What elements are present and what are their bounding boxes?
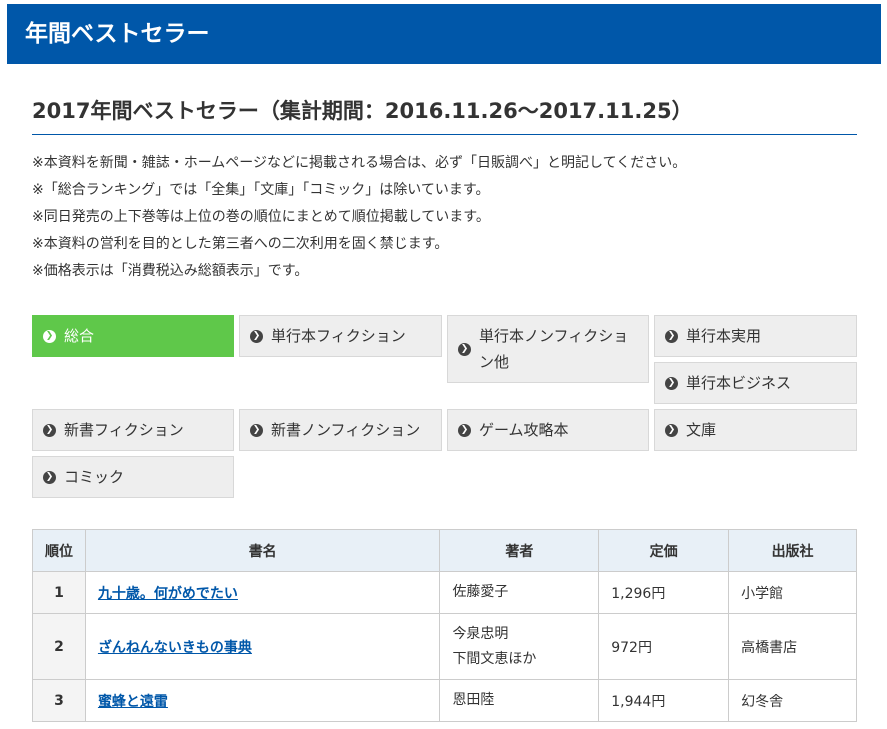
- table-header-row: 順位 書名 著者 定価 出版社: [32, 529, 857, 572]
- chevron-right-circle-icon: ❯: [250, 423, 263, 437]
- notes-list: ※本資料を新聞・雑誌・ホームページなどに掲載される場合は、必ず「日販調べ」と明記…: [32, 150, 862, 285]
- note-item: ※「総合ランキング」では「全集」「文庫」「コミック」は除いています。: [32, 182, 490, 198]
- author-cell: 佐藤愛子: [439, 571, 600, 614]
- author-name: 今泉忠明: [452, 625, 509, 642]
- tab-label: 単行本ノンフィクショ ン他: [479, 327, 629, 371]
- chevron-right-circle-icon: ❯: [43, 470, 56, 484]
- col-header-title: 書名: [84, 529, 441, 572]
- rank-cell: 1: [32, 571, 86, 614]
- price-cell: 1,944円: [598, 679, 730, 722]
- publisher-cell: 小学館: [728, 571, 857, 614]
- chevron-right-circle-icon: ❯: [43, 423, 56, 437]
- note-item: ※同日発売の上下巻等は上位の巻の順位にまとめて順位掲載しています。: [32, 209, 490, 225]
- col-header-author: 著者: [439, 529, 600, 572]
- price-cell: 1,296円: [598, 571, 730, 614]
- chevron-right-circle-icon: ❯: [665, 329, 678, 343]
- tab-label: 総合: [64, 327, 95, 345]
- header-title: 年間ベストセラー: [25, 21, 210, 47]
- table-row: 2 ざんねんないきもの事典 今泉忠明 下間文恵ほか 972円 高橋書店: [32, 613, 857, 680]
- page-header: 年間ベストセラー: [7, 4, 881, 64]
- tab-hardcover-business[interactable]: ❯ 単行本ビジネス: [654, 362, 857, 404]
- book-title-link[interactable]: ざんねんないきもの事典: [98, 640, 252, 656]
- price-cell: 972円: [598, 613, 730, 680]
- chevron-right-circle-icon: ❯: [458, 342, 471, 356]
- chevron-right-circle-icon: ❯: [43, 329, 56, 343]
- tab-bunko[interactable]: ❯ 文庫: [654, 409, 857, 451]
- note-item: ※本資料の営利を目的とした第三者への二次利用を固く禁じます。: [32, 236, 449, 252]
- table-row: 1 九十歳。何がめでたい 佐藤愛子 1,296円 小学館: [32, 571, 857, 614]
- table-row: 3 蜜蜂と遠雷 恩田陸 1,944円 幻冬舎: [32, 679, 857, 722]
- tab-hardcover-fiction[interactable]: ❯ 単行本フィクション: [239, 315, 442, 357]
- col-header-price: 定価: [598, 529, 730, 572]
- note-item: ※本資料を新聞・雑誌・ホームページなどに掲載される場合は、必ず「日販調べ」と明記…: [32, 155, 687, 171]
- author-name: 佐藤愛子: [452, 584, 509, 600]
- tab-comics[interactable]: ❯ コミック: [32, 456, 234, 498]
- page-title: 2017年間ベストセラー（集計期間：2016.11.26〜2017.11.25）: [32, 95, 857, 135]
- tab-shinsho-nonfiction[interactable]: ❯ 新書ノンフィクション: [239, 409, 442, 451]
- tab-hardcover-nonfiction[interactable]: ❯ 単行本ノンフィクショ ン他: [447, 315, 649, 383]
- tab-label: 新書ノンフィクション: [271, 421, 421, 439]
- tab-label: 単行本フィクション: [271, 327, 406, 345]
- title-cell: ざんねんないきもの事典: [84, 613, 441, 680]
- publisher-cell: 高橋書店: [728, 613, 857, 680]
- tab-shinsho-fiction[interactable]: ❯ 新書フィクション: [32, 409, 234, 451]
- note-item: ※価格表示は「消費税込み総額表示」です。: [32, 263, 309, 279]
- chevron-right-circle-icon: ❯: [665, 376, 678, 390]
- ranking-table: 順位 書名 著者 定価 出版社 1 九十歳。何がめでたい 佐藤愛子 1,296円…: [32, 529, 857, 722]
- tab-label: ゲーム攻略本: [479, 421, 569, 439]
- chevron-right-circle-icon: ❯: [458, 423, 471, 437]
- rank-cell: 2: [32, 613, 86, 680]
- publisher-cell: 幻冬舎: [728, 679, 857, 722]
- tab-hardcover-practical[interactable]: ❯ 単行本実用: [654, 315, 857, 357]
- author-cell: 今泉忠明 下間文恵ほか: [439, 613, 600, 680]
- col-header-rank: 順位: [32, 529, 86, 572]
- author-name: 恩田陸: [452, 692, 495, 708]
- title-cell: 九十歳。何がめでたい: [84, 571, 441, 614]
- tab-label: 単行本実用: [686, 327, 762, 345]
- author-cell: 恩田陸: [439, 679, 600, 722]
- tab-game-guides[interactable]: ❯ ゲーム攻略本: [447, 409, 649, 451]
- book-title-link[interactable]: 蜜蜂と遠雷: [98, 694, 168, 710]
- book-title-link[interactable]: 九十歳。何がめでたい: [98, 586, 238, 602]
- rank-cell: 3: [32, 679, 86, 722]
- author-name: 下間文恵ほか: [452, 650, 537, 667]
- tab-label: コミック: [64, 468, 125, 486]
- tab-label: 新書フィクション: [64, 421, 184, 439]
- chevron-right-circle-icon: ❯: [665, 423, 678, 437]
- col-header-publisher: 出版社: [728, 529, 857, 572]
- tab-overall[interactable]: ❯ 総合: [32, 315, 234, 357]
- chevron-right-circle-icon: ❯: [250, 329, 263, 343]
- title-cell: 蜜蜂と遠雷: [84, 679, 441, 722]
- tab-label: 単行本ビジネス: [686, 374, 792, 392]
- tab-label: 文庫: [686, 421, 717, 439]
